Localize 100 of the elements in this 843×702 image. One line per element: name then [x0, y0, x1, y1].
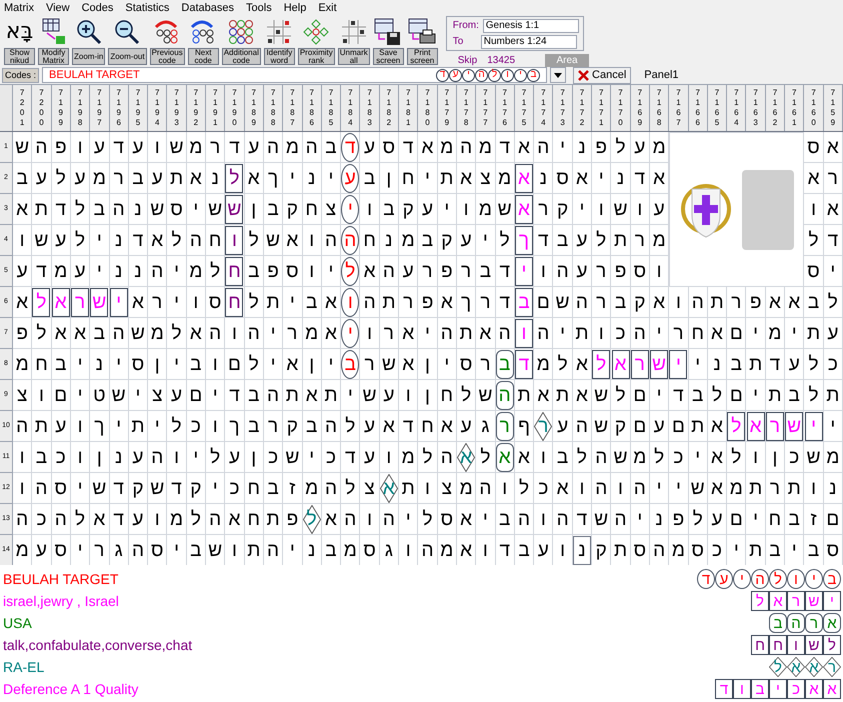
matrix-letter: ס — [128, 349, 148, 380]
matrix-letter: כ — [669, 442, 689, 473]
boxed-letter: ב — [751, 679, 769, 699]
matrix-letter: ע — [824, 318, 843, 349]
circled-letter: י — [733, 569, 751, 589]
matrix-letter: ת — [167, 163, 187, 194]
matrix-letter: ר — [592, 287, 612, 318]
matrix-letter: א — [418, 132, 438, 163]
to-field[interactable]: Numbers 1:24 — [480, 34, 577, 48]
boxed-letter: ל — [751, 591, 769, 611]
matrix-letter: ע — [128, 132, 148, 163]
from-field[interactable]: Genesis 1:1 — [482, 18, 579, 32]
to-label: To — [452, 35, 464, 49]
matrix-letter: א — [708, 411, 728, 442]
toolbar-button[interactable]: Save screen — [372, 48, 404, 65]
menu-item[interactable]: View — [46, 0, 70, 16]
matrix-letter: ב — [13, 163, 32, 194]
boxed-letter: ר — [496, 412, 514, 440]
menu-item[interactable]: Codes — [82, 0, 114, 16]
matrix-letter: ע — [708, 504, 728, 535]
matrix-letter: א — [572, 163, 592, 194]
matrix-letter: ס — [456, 349, 476, 380]
matrix-letter: ה — [360, 287, 380, 318]
toolbar-button[interactable]: Identify word — [264, 48, 295, 65]
matrix-letter: א — [553, 473, 573, 504]
toolbar-button[interactable]: Next code — [188, 48, 219, 65]
matrix-letter: ו — [804, 473, 824, 504]
matrix-letter: מ — [167, 504, 187, 535]
menu-item[interactable]: Exit — [318, 0, 337, 16]
toolbar-button[interactable]: Additional code — [222, 48, 261, 65]
toolbar-button[interactable]: Zoom-in — [72, 48, 106, 65]
matrix-letter: נ — [534, 163, 554, 194]
toolbar-button[interactable]: Print screen — [406, 48, 438, 65]
matrix-letter: ב — [322, 132, 342, 163]
matrix-letter: ע — [380, 380, 400, 411]
matrix-letter: י — [688, 442, 708, 473]
matrix-letter: א — [572, 349, 592, 380]
toolbar-button[interactable]: Unmark all — [338, 48, 370, 65]
matrix-letter: א — [283, 225, 303, 256]
diamond-grid-icon[interactable] — [301, 16, 332, 46]
menu-item[interactable]: Databases — [181, 0, 234, 16]
matrix-letter: ק — [553, 194, 573, 225]
menu-item[interactable]: Matrix — [4, 0, 34, 16]
matrix-letter: י — [650, 380, 670, 411]
matrix-letter: ע — [456, 411, 476, 442]
matrix-letter: ת — [572, 318, 592, 349]
cancel-button[interactable]: Cancel — [573, 66, 632, 84]
diamond-letter: א — [380, 474, 398, 502]
matrix-letter: ע — [360, 132, 380, 163]
menu-item[interactable]: Tools — [246, 0, 272, 16]
matrix-letter: א — [514, 132, 534, 163]
matrix-letter: ד — [399, 411, 418, 442]
column-header: 7186 — [302, 85, 322, 131]
matrix-letter: ב — [804, 287, 824, 318]
matrix-letter: ה — [110, 318, 129, 349]
matrix-letter: י — [70, 349, 90, 380]
boxed-letter: א — [805, 679, 823, 699]
matrix-letter: ת — [611, 225, 631, 256]
matrix-letter: ב — [90, 318, 110, 349]
matrix-letter: ד — [128, 225, 148, 256]
matrix-letter: ש — [167, 132, 187, 163]
dropdown-button[interactable] — [550, 67, 566, 83]
matrix-letter: מ — [186, 132, 206, 163]
matrix-letter: מ — [630, 442, 650, 473]
matrix-letter: ל — [804, 349, 824, 380]
menu-item[interactable]: Help — [284, 0, 306, 16]
boxed-letter: ב — [496, 350, 514, 378]
matrix-letter: ע — [360, 411, 380, 442]
matrix-letter: ח — [360, 225, 380, 256]
matrix-letter: ל — [32, 318, 52, 349]
boxed-letter: ב — [515, 288, 533, 316]
matrix-letter: ו — [380, 442, 400, 473]
matrix-letter: ב — [52, 349, 71, 380]
boxed-letter: ה — [496, 380, 514, 410]
matrix-letter: ל — [727, 442, 746, 473]
matrix-letter: ר — [148, 287, 168, 318]
nikud-letters-icon[interactable]: בָּא — [6, 16, 34, 47]
matrix-letter: ק — [186, 473, 206, 504]
toolbar-button[interactable]: Zoom-out — [108, 48, 147, 65]
matrix-letter: ן — [302, 349, 322, 380]
matrix-letter: ל — [52, 163, 71, 194]
menu-item[interactable]: Statistics — [125, 0, 170, 16]
matrix-letter: כ — [534, 473, 554, 504]
boxed-letter: ב — [769, 613, 787, 633]
matrix-letter: ת — [514, 380, 534, 411]
toolbar-button[interactable]: Show nikud — [4, 48, 35, 65]
toolbar-button[interactable]: Previous code — [150, 48, 185, 65]
column-header: 7187 — [283, 85, 303, 131]
matrix-letter: י — [167, 287, 187, 318]
matrix-letter: ת — [264, 287, 284, 318]
matrix-letter: מ — [148, 318, 168, 349]
toolbar-button[interactable]: Proximity rank — [298, 48, 335, 65]
printer-icon[interactable] — [407, 16, 438, 46]
circled-letter: ל — [341, 256, 360, 286]
matrix-letter: ח — [32, 349, 52, 380]
matrix-letter: ד — [766, 349, 786, 380]
matrix-letter: ה — [32, 132, 52, 163]
matrix-letter: ק — [399, 194, 418, 225]
matrix-letter: ד — [225, 380, 245, 411]
toolbar-button[interactable]: Modify Matrix — [38, 48, 69, 65]
